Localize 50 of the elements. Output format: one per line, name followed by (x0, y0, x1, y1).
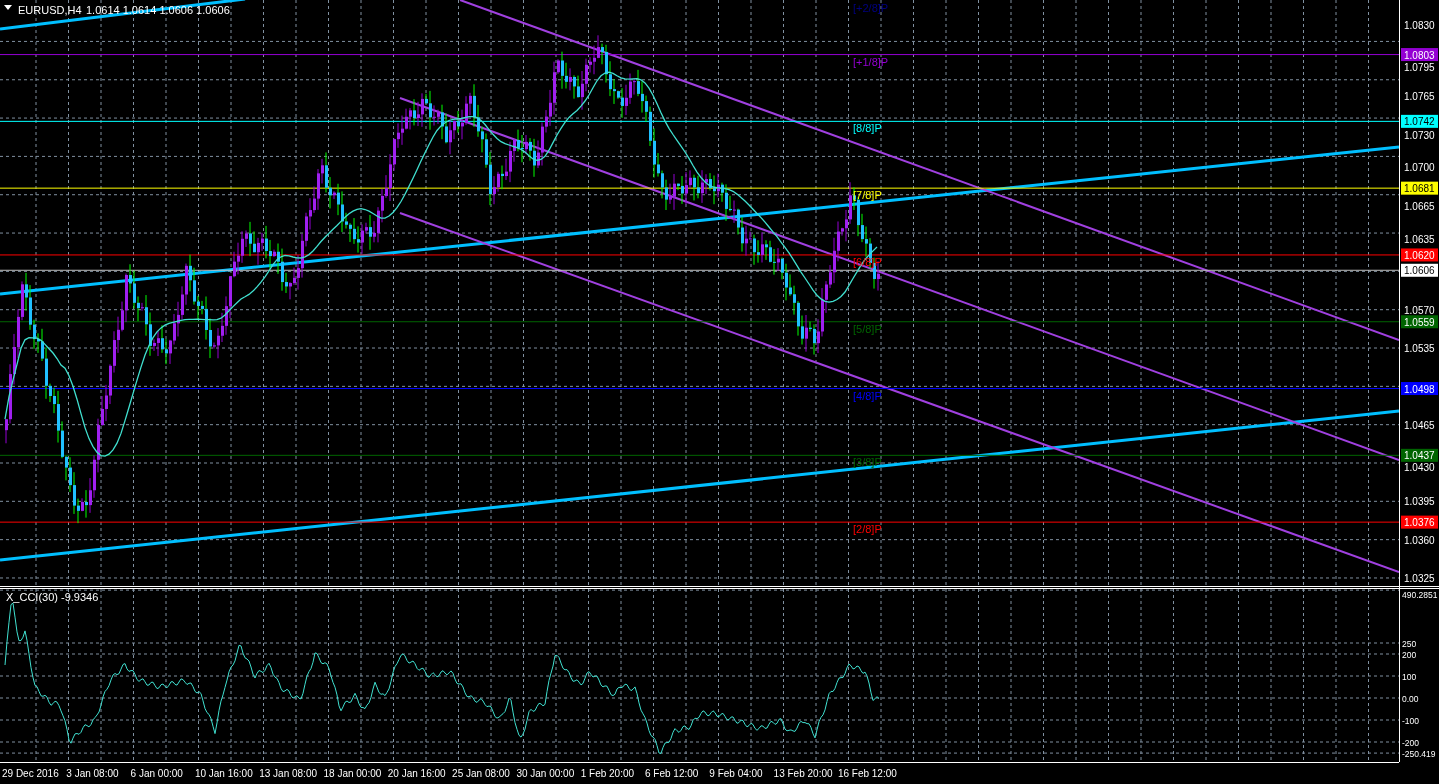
time-axis-label: 29 Dec 2016 (2, 768, 59, 779)
time-axis-label: 6 Jan 00:00 (130, 768, 183, 779)
time-axis-label: 25 Jan 08:00 (452, 768, 510, 779)
price-axis-label: 1.0665 (1404, 200, 1435, 212)
time-axis-label: 10 Jan 16:00 (194, 768, 253, 779)
price-axis-label: 1.0325 (1404, 572, 1435, 584)
indicator-axis-label: -250.419 (1402, 749, 1436, 760)
price-axis-label: 1.0795 (1404, 62, 1435, 74)
symbol-label: EURUSD,H4 (18, 4, 82, 16)
indicator-axis-label: 250 (1402, 639, 1417, 649)
price-tag: 1.0803 (1401, 48, 1438, 62)
level-label: [+1/8]P (853, 55, 889, 68)
indicator-axis-label: -200 (1402, 738, 1419, 748)
time-axis-label: 20 Jan 16:00 (387, 768, 446, 779)
price-axis-label: 1.0465 (1404, 419, 1435, 431)
price-axis-label: 1.0765 (1404, 91, 1435, 103)
price-axis-label: 1.0635 (1404, 233, 1435, 245)
time-axis-label: 18 Jan 00:00 (323, 768, 382, 779)
level-label: [2/8]P (853, 523, 882, 536)
time-axis-label: 13 Jan 08:00 (259, 768, 318, 779)
indicator-axis-label: 200 (1402, 650, 1417, 660)
indicator-axis-label: 100 (1402, 672, 1417, 682)
time-axis-label: 16 Feb 12:00 (837, 768, 897, 779)
level-label: [+2/8]P (853, 2, 889, 14)
indicator-axis-label: -100 (1402, 716, 1419, 726)
price-axis-label: 1.0730 (1404, 129, 1435, 141)
price-axis-label: 1.0700 (1404, 162, 1435, 174)
price-axis-label: 1.0570 (1404, 304, 1435, 316)
time-axis-label: 13 Feb 20:00 (773, 768, 833, 779)
dropdown-icon[interactable] (4, 5, 12, 10)
level-label: [8/8]P (853, 122, 882, 135)
time-axis-label: 3 Jan 08:00 (66, 768, 119, 779)
time-axis-label: 6 Feb 12:00 (645, 768, 699, 779)
price-axis-label: 1.0430 (1404, 462, 1435, 473)
price-axis-label: 1.0360 (1404, 534, 1435, 546)
price-tag: 1.0559 (1401, 315, 1438, 329)
indicator-axis-label: 490.2851 (1402, 590, 1438, 600)
price-tag: 1.0498 (1401, 382, 1438, 396)
level-label: [5/8]P (853, 322, 882, 335)
time-axis-label: 1 Feb 20:00 (580, 768, 635, 779)
level-label: [4/8]P (853, 389, 882, 402)
level-label: [7/8]P (853, 189, 882, 202)
price-axis-label: 1.0830 (1404, 20, 1435, 31)
price-axis-label: 1.0535 (1404, 343, 1435, 354)
indicator-axis-label: 0.00 (1402, 694, 1419, 704)
price-tag: 1.0620 (1401, 248, 1438, 262)
price-axis-label: 1.0395 (1404, 496, 1435, 508)
time-axis-label: 30 Jan 00:00 (516, 768, 575, 779)
indicator-title: X_CCI(30) -9.9346 (6, 591, 99, 603)
time-axis-label: 9 Feb 04:00 (709, 768, 763, 779)
